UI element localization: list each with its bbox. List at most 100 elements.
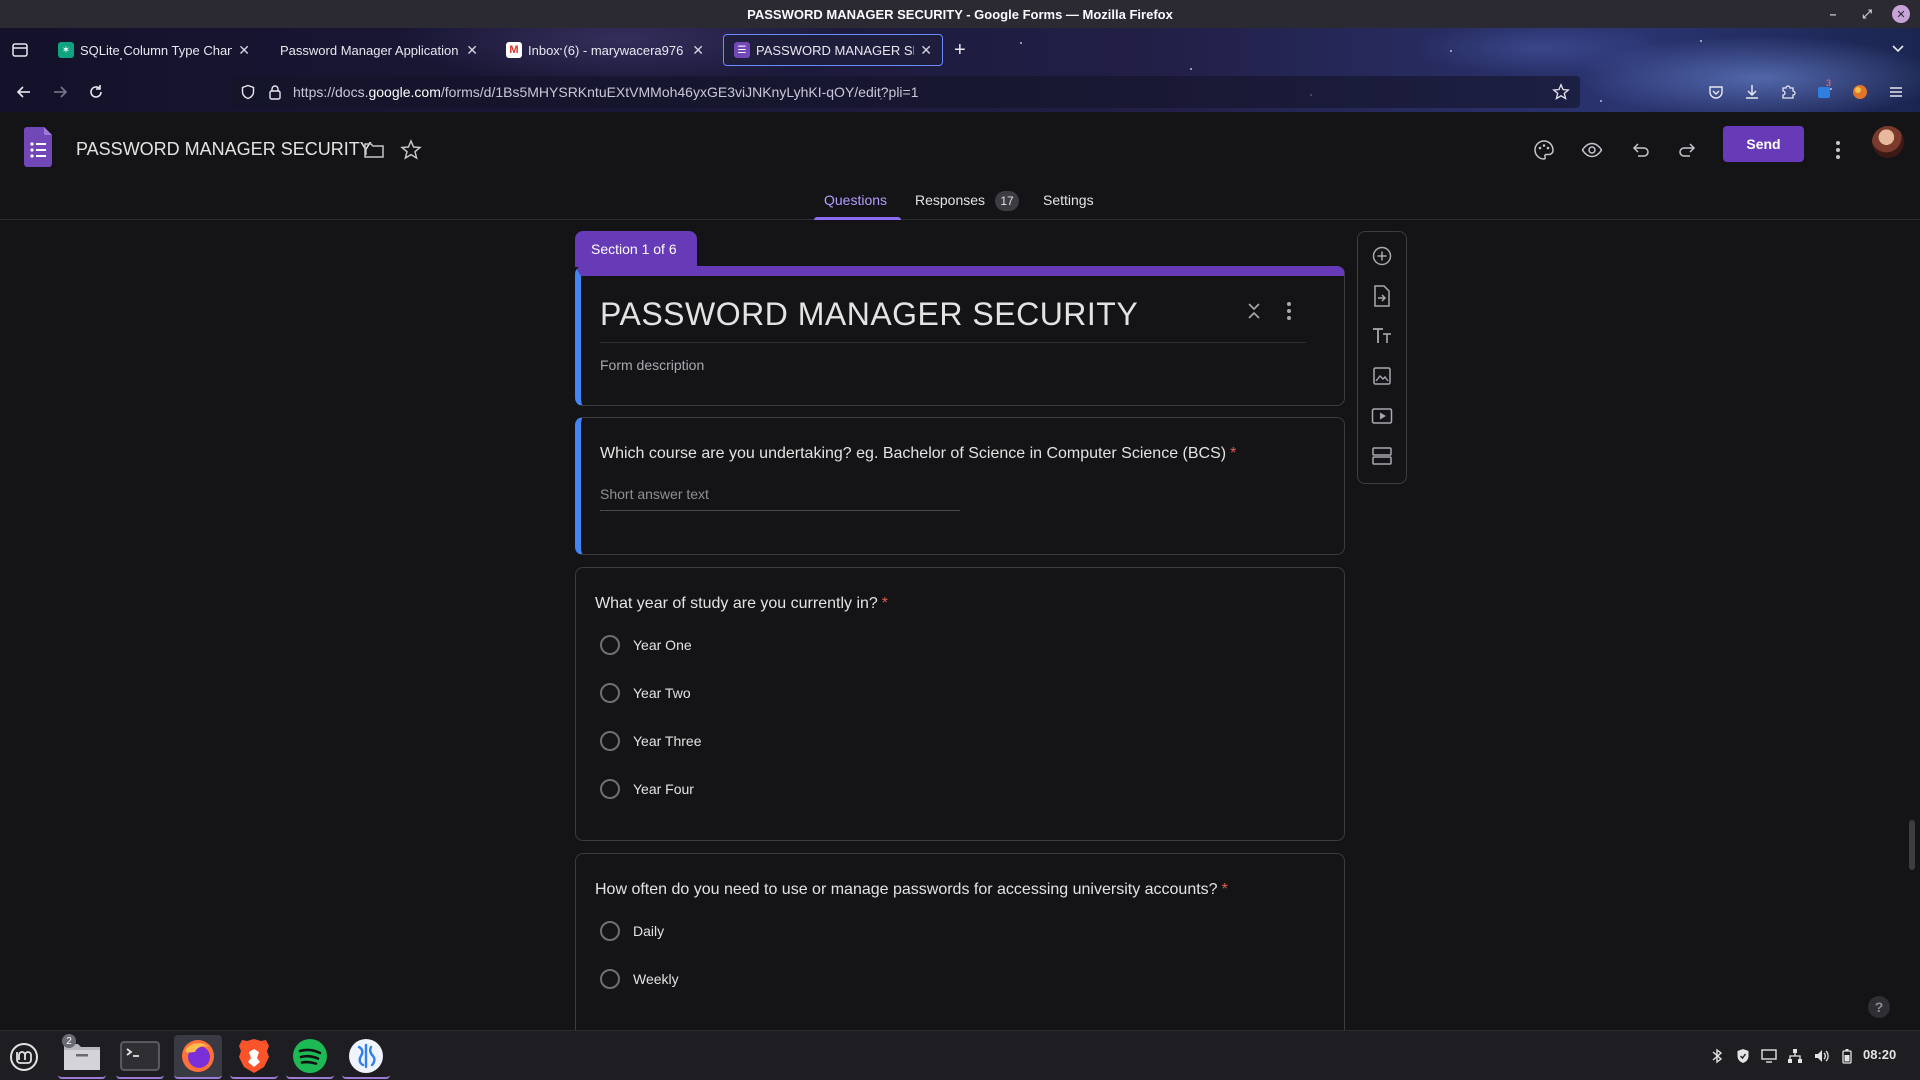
- tab-questions[interactable]: Questions: [824, 192, 887, 208]
- display-icon[interactable]: [1760, 1047, 1778, 1065]
- folder-icon[interactable]: [363, 140, 385, 160]
- add-section-icon[interactable]: [1370, 444, 1394, 468]
- tab-settings[interactable]: Settings: [1043, 192, 1094, 208]
- radio-circle-icon[interactable]: [600, 731, 620, 751]
- short-answer-placeholder: Short answer text: [600, 486, 709, 502]
- browser-tab-forms[interactable]: ☰ PASSWORD MANAGER SEC ✕: [723, 34, 943, 66]
- tab-list-icon[interactable]: [10, 40, 30, 60]
- radio-option[interactable]: Year Two: [600, 682, 691, 704]
- form-title[interactable]: PASSWORD MANAGER SECURITY: [600, 296, 1138, 333]
- add-image-icon[interactable]: [1370, 364, 1394, 388]
- required-asterisk: *: [1230, 445, 1237, 462]
- forward-arrow-icon[interactable]: [50, 82, 70, 102]
- url-text[interactable]: https://docs.google.com/forms/d/1Bs5MHYS…: [293, 84, 919, 100]
- page-scrollbar[interactable]: [1909, 820, 1915, 870]
- close-tab-icon[interactable]: ✕: [920, 42, 932, 59]
- form-editor: Section 1 of 6 PASSWORD MANAGER SECURITY…: [0, 220, 1920, 1030]
- send-button[interactable]: Send: [1723, 126, 1804, 162]
- spotify-app-icon[interactable]: [286, 1035, 334, 1079]
- document-title[interactable]: PASSWORD MANAGER SECURITY: [76, 139, 372, 160]
- vscodium-app-icon[interactable]: [342, 1035, 390, 1079]
- brave-app-icon[interactable]: [230, 1035, 278, 1079]
- section-label: Section 1 of 6: [575, 231, 697, 267]
- question-title[interactable]: How often do you need to use or manage p…: [595, 881, 1228, 899]
- firefox-app-icon[interactable]: [174, 1035, 222, 1079]
- download-icon[interactable]: [1742, 82, 1762, 102]
- tab-responses[interactable]: Responses: [915, 192, 985, 208]
- minimize-icon[interactable]: –: [1824, 5, 1842, 23]
- question-title[interactable]: What year of study are you currently in?…: [595, 595, 888, 613]
- palette-icon[interactable]: [1526, 132, 1562, 168]
- responses-count-badge: 17: [995, 191, 1019, 211]
- section-more-icon[interactable]: [1286, 301, 1292, 321]
- restore-icon[interactable]: ⤢: [1858, 5, 1876, 23]
- extensions-puzzle-icon[interactable]: [1778, 82, 1798, 102]
- star-icon[interactable]: [400, 139, 422, 161]
- tab-strip: ✶ SQLite Column Type Chang ✕ Password Ma…: [0, 28, 1920, 72]
- new-tab-button[interactable]: +: [954, 40, 966, 60]
- clock[interactable]: 08:20: [1863, 1047, 1896, 1062]
- pocket-icon[interactable]: [1706, 82, 1726, 102]
- window-title: PASSWORD MANAGER SECURITY - Google Forms…: [747, 6, 1173, 22]
- title-underline: [600, 342, 1306, 343]
- add-question-icon[interactable]: [1370, 244, 1394, 268]
- radio-circle-icon[interactable]: [600, 921, 620, 941]
- question-title[interactable]: Which course are you undertaking? eg. Ba…: [600, 445, 1236, 463]
- forms-header: PASSWORD MANAGER SECURITY Send Questions…: [0, 112, 1920, 220]
- form-description-field[interactable]: Form description: [600, 357, 704, 373]
- radio-circle-icon[interactable]: [600, 779, 620, 799]
- volume-icon[interactable]: [1812, 1047, 1830, 1065]
- battery-icon[interactable]: [1838, 1047, 1856, 1065]
- question-card[interactable]: Which course are you undertaking? eg. Ba…: [575, 417, 1345, 555]
- bluetooth-icon[interactable]: [1708, 1047, 1726, 1065]
- redo-icon[interactable]: [1670, 132, 1706, 168]
- google-forms-logo-icon[interactable]: [22, 127, 54, 167]
- lock-icon[interactable]: [268, 84, 282, 100]
- collapse-section-icon[interactable]: [1246, 301, 1262, 321]
- tab-overflow-chevron-icon[interactable]: [1890, 40, 1906, 56]
- extension-orange-icon[interactable]: [1850, 82, 1870, 102]
- radio-option[interactable]: Year One: [600, 634, 692, 656]
- question-card[interactable]: How often do you need to use or manage p…: [575, 853, 1345, 1030]
- radio-option[interactable]: Year Three: [600, 730, 702, 752]
- mint-menu-icon[interactable]: [0, 1035, 48, 1079]
- avatar[interactable]: [1872, 126, 1904, 158]
- add-video-icon[interactable]: [1370, 404, 1394, 428]
- taskbar: 2 08:20: [0, 1030, 1920, 1080]
- close-window-icon[interactable]: ✕: [1892, 5, 1910, 23]
- security-shield-icon[interactable]: [1734, 1047, 1752, 1065]
- back-arrow-icon[interactable]: [14, 82, 34, 102]
- form-title-card[interactable]: PASSWORD MANAGER SECURITY Form descripti…: [575, 266, 1345, 406]
- add-title-text-icon[interactable]: [1370, 324, 1394, 348]
- close-tab-icon[interactable]: ✕: [466, 42, 478, 59]
- radio-circle-icon[interactable]: [600, 969, 620, 989]
- undo-icon[interactable]: [1622, 132, 1658, 168]
- chatgpt-icon: ✶: [58, 42, 74, 58]
- window-controls: – ⤢ ✕: [1824, 5, 1910, 23]
- help-button[interactable]: ?: [1868, 996, 1890, 1018]
- preview-eye-icon[interactable]: [1574, 132, 1610, 168]
- extension-blue-icon[interactable]: 3: [1814, 78, 1834, 102]
- required-asterisk: *: [1221, 881, 1228, 898]
- radio-option[interactable]: Daily: [600, 920, 664, 942]
- browser-tab-sqlite[interactable]: ✶ SQLite Column Type Chang ✕: [48, 34, 260, 66]
- terminal-app-icon[interactable]: [116, 1035, 164, 1079]
- question-card[interactable]: What year of study are you currently in?…: [575, 567, 1345, 841]
- radio-option[interactable]: Year Four: [600, 778, 694, 800]
- close-tab-icon[interactable]: ✕: [692, 42, 704, 59]
- url-bar[interactable]: https://docs.google.com/forms/d/1Bs5MHYS…: [230, 76, 1580, 108]
- close-tab-icon[interactable]: ✕: [238, 42, 250, 59]
- radio-circle-icon[interactable]: [600, 683, 620, 703]
- browser-tab-gmail[interactable]: M Inbox (6) - marywacera976 ✕: [496, 34, 714, 66]
- bookmark-star-icon[interactable]: [1552, 83, 1570, 101]
- reload-icon[interactable]: [86, 82, 106, 102]
- radio-option[interactable]: Weekly: [600, 968, 679, 990]
- radio-circle-icon[interactable]: [600, 635, 620, 655]
- import-questions-icon[interactable]: [1370, 284, 1394, 308]
- menu-hamburger-icon[interactable]: [1886, 82, 1906, 102]
- network-icon[interactable]: [1786, 1047, 1804, 1065]
- more-vert-icon[interactable]: [1820, 132, 1856, 168]
- tracking-shield-icon[interactable]: [240, 84, 256, 100]
- google-forms-icon: ☰: [734, 42, 750, 58]
- browser-tab-password-manager-app[interactable]: Password Manager Application ✕: [270, 34, 488, 66]
